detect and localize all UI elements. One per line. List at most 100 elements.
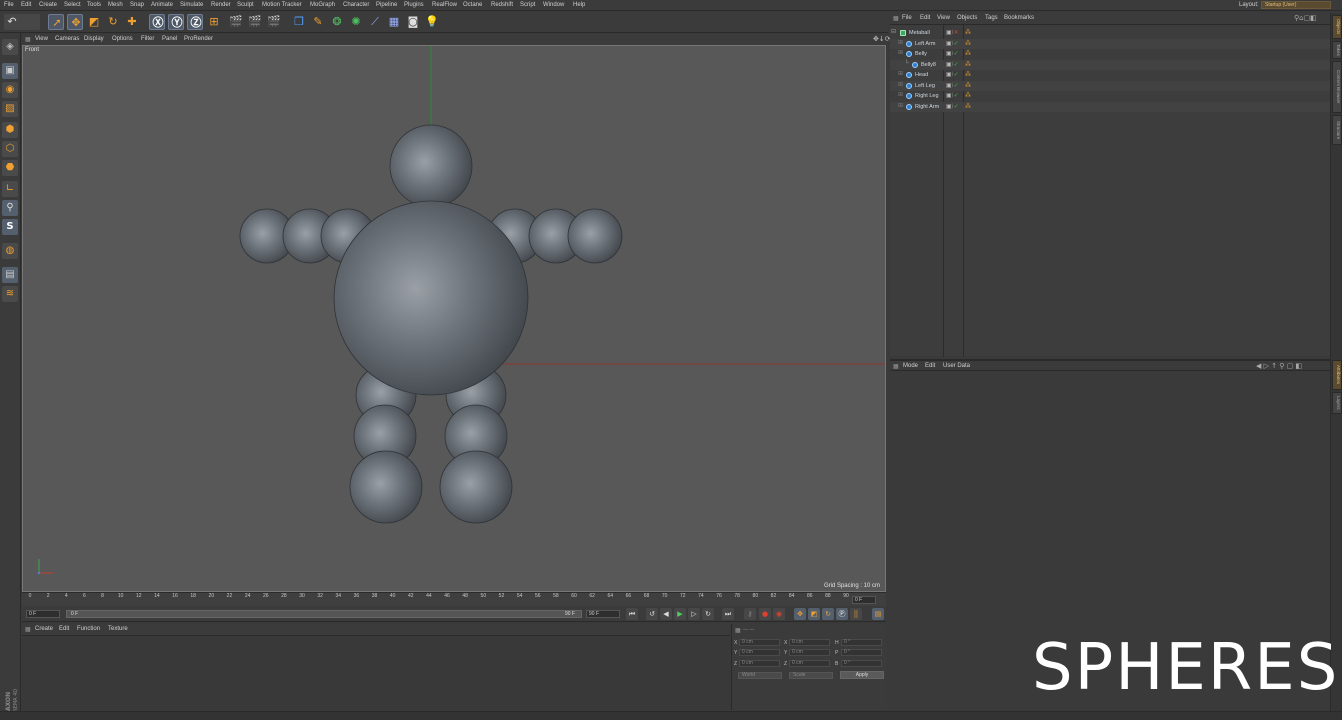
object-name[interactable]: Belly	[915, 51, 927, 57]
layers-button[interactable]: ≋	[2, 286, 18, 302]
object-name[interactable]: Left Arm	[915, 41, 935, 47]
phong-tag-icon[interactable]: ⁂	[965, 71, 971, 78]
cube-button[interactable]: ❒	[291, 14, 307, 30]
menu-octane[interactable]: Octane	[463, 2, 482, 8]
coord-size-z-field[interactable]: 0 cm	[789, 660, 830, 667]
object-menu-edit[interactable]: Edit	[920, 15, 930, 21]
render-settings-button[interactable]: 🎬	[266, 14, 282, 30]
start-frame-field[interactable]: 0 F	[26, 610, 60, 618]
phong-tag-icon[interactable]: ⁂	[965, 61, 971, 68]
object-name[interactable]: Left Leg	[915, 83, 935, 89]
go-to-end-button[interactable]: ⏭	[722, 608, 734, 620]
viewport-menu-filter[interactable]: Filter	[141, 36, 154, 42]
3d-viewport[interactable]: Front Grid Spacing: 10 cm	[22, 45, 886, 592]
viewport-menu-panel[interactable]: Panel	[162, 36, 177, 42]
phong-tag-icon[interactable]: ⁂	[965, 82, 971, 89]
key-pla-button[interactable]: ⣿	[850, 608, 862, 620]
expand-icon[interactable]: ⊞	[898, 81, 903, 88]
object-row[interactable]: ⊞ Right Leg ▣⁞✓ ⁂	[890, 91, 1330, 101]
coord-rotation-b-field[interactable]: 0 °	[841, 660, 882, 667]
coord-rotation-p-field[interactable]: 0 °	[841, 649, 882, 656]
previous-key-button[interactable]: ↺	[646, 608, 658, 620]
visibility-flags-icon[interactable]: ▣⁞✕	[946, 29, 959, 36]
object-row[interactable]: ⊟ Metaball ▣⁞✕ ⁂	[890, 28, 1330, 38]
layout-dropdown[interactable]: Startup (User)	[1261, 1, 1331, 9]
material-menu-create[interactable]: Create	[35, 626, 53, 632]
material-manager-area[interactable]	[22, 635, 730, 710]
coord-position-y-field[interactable]: 0 cm	[739, 649, 780, 656]
axis-mode-button[interactable]: ∟	[2, 181, 18, 197]
side-tab-objects[interactable]: Objects	[1332, 15, 1342, 39]
polygons-mode-button[interactable]: ⬣	[2, 160, 18, 176]
side-tab-attributes[interactable]: Attributes	[1332, 360, 1342, 390]
side-tab-takes[interactable]: Takes	[1332, 41, 1342, 59]
expand-icon[interactable]: ⊞	[898, 102, 903, 109]
timeline-window-button[interactable]: ▤	[872, 608, 884, 620]
object-manager-search-icons[interactable]: ⚲⌂▢◧	[1294, 14, 1317, 22]
end-frame-field[interactable]: 90 F	[586, 610, 620, 618]
go-to-start-button[interactable]: ⏮	[626, 608, 638, 620]
expand-icon[interactable]: ⊞	[898, 39, 903, 46]
side-tab-structure[interactable]: Structure	[1332, 115, 1342, 145]
menu-mograph[interactable]: MoGraph	[310, 2, 335, 8]
coordinate-mode-dropdown[interactable]: World	[738, 672, 782, 679]
menu-tools[interactable]: Tools	[87, 2, 101, 8]
menu-mesh[interactable]: Mesh	[108, 2, 123, 8]
object-name[interactable]: Right Arm	[915, 104, 939, 110]
expand-icon[interactable]: ⊞	[898, 49, 903, 56]
autokey-button[interactable]: ◉	[773, 608, 785, 620]
visibility-flags-icon[interactable]: ▣⁞✓	[946, 71, 959, 78]
deformer-button[interactable]: ⟋	[367, 14, 383, 30]
material-menu-edit[interactable]: Edit	[59, 626, 69, 632]
light-button[interactable]: 💡	[424, 14, 440, 30]
object-menu-objects[interactable]: Objects	[957, 15, 977, 21]
camera-button[interactable]: ◙	[405, 14, 421, 30]
x-axis-button[interactable]: Ⓧ	[149, 14, 165, 30]
visibility-flags-icon[interactable]: ▣⁞✓	[946, 103, 959, 110]
coordinate-system-button[interactable]: ⊞	[206, 14, 222, 30]
visibility-flags-icon[interactable]: ▣⁞✓	[946, 82, 959, 89]
menu-render[interactable]: Render	[211, 2, 231, 8]
y-axis-button[interactable]: Ⓨ	[168, 14, 184, 30]
snap-button[interactable]: S	[2, 219, 18, 235]
make-editable-button[interactable]: ◈	[2, 39, 18, 55]
viewport-menu-cameras[interactable]: Cameras	[55, 36, 79, 42]
render-to-picture-viewer-button[interactable]: 🎬	[247, 14, 263, 30]
viewport-menu-prorender[interactable]: ProRender	[184, 36, 213, 42]
key-position-button[interactable]: ✥	[794, 608, 806, 620]
menu-character[interactable]: Character	[343, 2, 369, 8]
scale-tool-button[interactable]: ◩	[86, 14, 102, 30]
menu-create[interactable]: Create	[39, 2, 57, 8]
z-axis-button[interactable]: Ⓩ	[187, 14, 203, 30]
menu-script[interactable]: Script	[520, 2, 535, 8]
menu-realflow[interactable]: RealFlow	[432, 2, 457, 8]
record-keys-button[interactable]: ⚷	[744, 608, 756, 620]
menu-select[interactable]: Select	[64, 2, 81, 8]
viewport-menu-options[interactable]: Options	[112, 36, 133, 42]
play-button[interactable]: ▶	[674, 608, 686, 620]
pen-spline-button[interactable]: ✎	[310, 14, 326, 30]
lock-workplane-button[interactable]: ◍	[2, 243, 18, 259]
visibility-flags-icon[interactable]: ▣⁞✓	[946, 50, 959, 57]
menu-animate[interactable]: Animate	[151, 2, 173, 8]
array-button[interactable]: ✺	[348, 14, 364, 30]
object-row[interactable]: ⊞ Head ▣⁞✓ ⁂	[890, 70, 1330, 80]
menu-sculpt[interactable]: Sculpt	[237, 2, 254, 8]
object-row[interactable]: └ Belly8 ▣⁞✓ ⁂	[890, 59, 1330, 70]
points-mode-button[interactable]: ⬢	[2, 122, 18, 138]
apply-button[interactable]: Apply	[840, 671, 884, 679]
next-key-button[interactable]: ↻	[702, 608, 714, 620]
attribute-menu-mode[interactable]: Mode	[903, 363, 918, 369]
object-row[interactable]: ⊞ Belly ▣⁞✓ ⁂	[890, 49, 1330, 59]
menu-simulate[interactable]: Simulate	[180, 2, 203, 8]
record-button[interactable]: ●	[759, 608, 771, 620]
menu-pipeline[interactable]: Pipeline	[376, 2, 397, 8]
menu-file[interactable]: File	[4, 2, 14, 8]
recent-tool-button[interactable]: ✚	[124, 14, 140, 30]
undo-button[interactable]: ↶	[4, 14, 40, 30]
tweak-mode-button[interactable]: ⚲	[2, 200, 18, 216]
menu-snap[interactable]: Snap	[130, 2, 144, 8]
object-menu-view[interactable]: View	[937, 15, 950, 21]
coord-position-z-field[interactable]: 0 cm	[739, 660, 780, 667]
viewport-menu-view[interactable]: View	[35, 36, 48, 42]
